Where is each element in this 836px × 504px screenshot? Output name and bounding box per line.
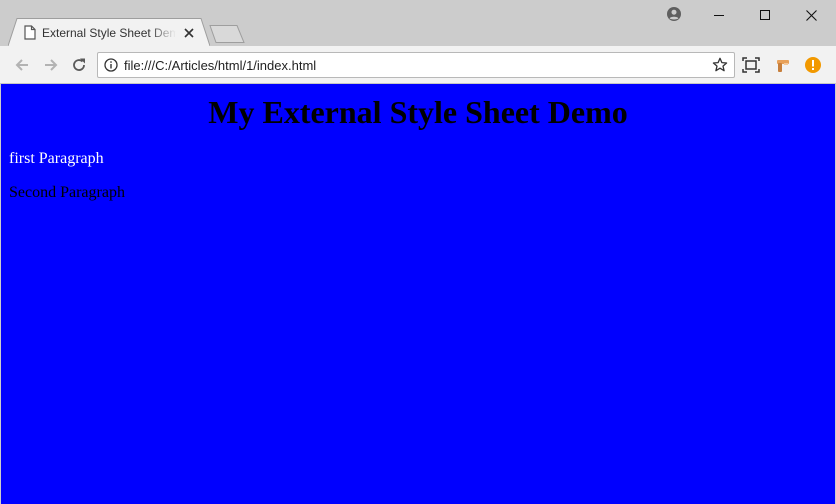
cast-icon <box>742 57 760 73</box>
first-paragraph: first Paragraph <box>9 150 104 167</box>
maximize-icon <box>760 10 770 20</box>
forward-button[interactable] <box>40 54 62 76</box>
browser-window: External Style Sheet Demo file:///C:/Art… <box>0 0 836 504</box>
minimize-button[interactable] <box>696 0 742 30</box>
close-button[interactable] <box>788 0 834 30</box>
extension-button[interactable] <box>772 54 794 76</box>
page-viewport: My External Style Sheet Demo first Parag… <box>1 84 835 504</box>
star-icon[interactable] <box>712 57 728 73</box>
minimize-icon <box>714 15 724 16</box>
address-bar[interactable]: file:///C:/Articles/html/1/index.html <box>97 52 735 78</box>
new-tab-button[interactable] <box>208 24 246 44</box>
maximize-button[interactable] <box>742 0 788 30</box>
back-arrow-icon <box>15 59 28 71</box>
browser-toolbar: file:///C:/Articles/html/1/index.html <box>0 46 836 84</box>
second-paragraph: Second Paragraph <box>9 184 125 201</box>
title-bar: External Style Sheet Demo <box>0 0 836 46</box>
alert-button[interactable] <box>802 54 824 76</box>
close-icon <box>805 9 817 21</box>
page-heading: My External Style Sheet Demo <box>208 94 628 130</box>
tab-close-button[interactable] <box>182 26 196 40</box>
tab-title: External Style Sheet Demo <box>42 26 176 40</box>
page-icon <box>24 25 36 40</box>
reload-icon <box>73 58 85 71</box>
alert-icon <box>805 57 821 73</box>
back-button[interactable] <box>11 54 33 76</box>
forward-arrow-icon <box>45 59 58 71</box>
info-icon[interactable] <box>104 58 118 72</box>
extension-icon <box>777 60 789 72</box>
reload-button[interactable] <box>68 54 90 76</box>
url-text[interactable]: file:///C:/Articles/html/1/index.html <box>124 57 316 74</box>
profile-icon[interactable] <box>666 6 682 22</box>
close-icon <box>184 28 194 38</box>
cast-button[interactable] <box>740 54 762 76</box>
